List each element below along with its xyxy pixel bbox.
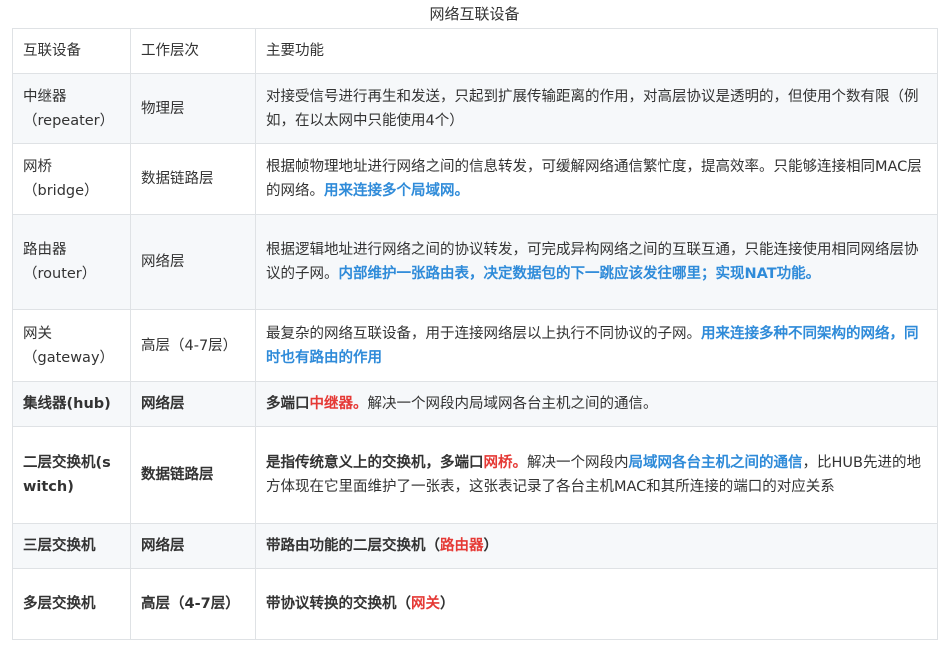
header-device: 互联设备 (12, 28, 131, 74)
cell-function: 是指传统意义上的交换机，多端口网桥。解决一个网段内局域网各台主机之间的通信，比H… (255, 426, 938, 524)
table-body: 互联设备 工作层次 主要功能 中继器 （repeater） 物理层 对接受信号进行再… (12, 28, 938, 640)
cell-layer: 网络层 (130, 214, 256, 310)
table-row: 多层交换机 高层（4-7层） 带协议转换的交换机（网关） (12, 568, 938, 640)
cell-function: 根据逻辑地址进行网络之间的协议转发，可完成异构网络之间的互联互通，只能连接使用相… (255, 214, 938, 310)
network-devices-table: 互联设备 工作层次 主要功能 中继器 （repeater） 物理层 对接受信号进行再… (12, 28, 938, 640)
table-row: 二层交换机(switch) 数据链路层 是指传统意义上的交换机，多端口网桥。解决一个… (12, 426, 938, 524)
function-text-segment: 路由器 (440, 538, 484, 554)
cell-layer: 物理层 (130, 73, 256, 144)
function-text-segment: 网关 (411, 596, 440, 612)
cell-device: 三层交换机 (12, 523, 131, 569)
cell-device: 网桥 （bridge） (12, 143, 131, 215)
cell-layer: 网络层 (130, 523, 256, 569)
cell-function: 最复杂的网络互联设备，用于连接网络层以上执行不同协议的子网。用来连接多种不同架构… (255, 309, 938, 382)
function-text-segment: 内部维护一张路由表，决定数据包的下一跳应该发往哪里；实现NAT功能。 (338, 266, 821, 282)
table-row: 中继器 （repeater） 物理层 对接受信号进行再生和发送，只起到扩展传输距离的… (12, 73, 938, 144)
table-row: 路由器 （router） 网络层 根据逻辑地址进行网络之间的协议转发，可完成异构网络… (12, 214, 938, 310)
cell-layer: 数据链路层 (130, 426, 256, 524)
function-text-segment: 网桥。 (483, 455, 528, 471)
table-caption: 网络互联设备 (429, 5, 520, 23)
cell-device: 网关 （gateway） (12, 309, 131, 382)
function-text-segment: 是指传统意义上的交换机，多端口 (266, 455, 484, 471)
header-layer: 工作层次 (130, 28, 256, 74)
cell-function: 多端口中继器。解决一个网段内局域网各台主机之间的通信。 (255, 381, 938, 427)
function-text-segment: 中继器。 (309, 396, 368, 412)
cell-device: 二层交换机(switch) (12, 426, 131, 524)
function-text-segment: ） (483, 538, 499, 554)
function-text-segment: 带路由功能的二层交换机（ (266, 538, 440, 554)
cell-function: 带路由功能的二层交换机（路由器） (255, 523, 938, 569)
table-row: 集线器(hub) 网络层 多端口中继器。解决一个网段内局域网各台主机之间的通信。 (12, 381, 938, 427)
function-text-segment: 带协议转换的交换机（ (266, 596, 411, 612)
function-text-segment: 对接受信号进行再生和发送，只起到扩展传输距离的作用，对高层协议是透明的，但使用个… (266, 88, 919, 129)
function-text-segment: 用来连接多个局域网。 (324, 183, 469, 199)
table-row: 网关 （gateway） 高层（4-7层） 最复杂的网络互联设备，用于连接网络层以上… (12, 309, 938, 382)
table-row: 三层交换机 网络层 带路由功能的二层交换机（路由器） (12, 523, 938, 569)
cell-function: 根据帧物理地址进行网络之间的信息转发，可缓解网络通信繁忙度，提高效率。只能够连接… (255, 143, 938, 215)
function-text-segment: 局域网各台主机之间的通信 (628, 455, 803, 471)
cell-layer: 网络层 (130, 381, 256, 427)
function-text-segment: 解决一个网段内局域网各台主机之间的通信。 (367, 396, 658, 412)
cell-layer: 数据链路层 (130, 143, 256, 215)
cell-layer: 高层（4-7层） (130, 309, 256, 382)
cell-function: 带协议转换的交换机（网关） (255, 568, 938, 640)
cell-device: 集线器(hub) (12, 381, 131, 427)
function-text-segment: ） (440, 596, 455, 612)
header-function: 主要功能 (255, 28, 938, 74)
function-text-segment: 多端口 (266, 396, 310, 412)
function-text-segment: 解决一个网段内 (527, 455, 629, 471)
cell-device: 中继器 （repeater） (12, 73, 131, 144)
cell-device: 多层交换机 (12, 568, 131, 640)
header-row: 互联设备 工作层次 主要功能 (12, 28, 938, 74)
table-row: 网桥 （bridge） 数据链路层 根据帧物理地址进行网络之间的信息转发，可缓解网络… (12, 143, 938, 215)
cell-layer: 高层（4-7层） (130, 568, 256, 640)
cell-device: 路由器 （router） (12, 214, 131, 310)
function-text-segment: 最复杂的网络互联设备，用于连接网络层以上执行不同协议的子网。 (266, 325, 701, 342)
cell-function: 对接受信号进行再生和发送，只起到扩展传输距离的作用，对高层协议是透明的，但使用个… (255, 73, 938, 144)
